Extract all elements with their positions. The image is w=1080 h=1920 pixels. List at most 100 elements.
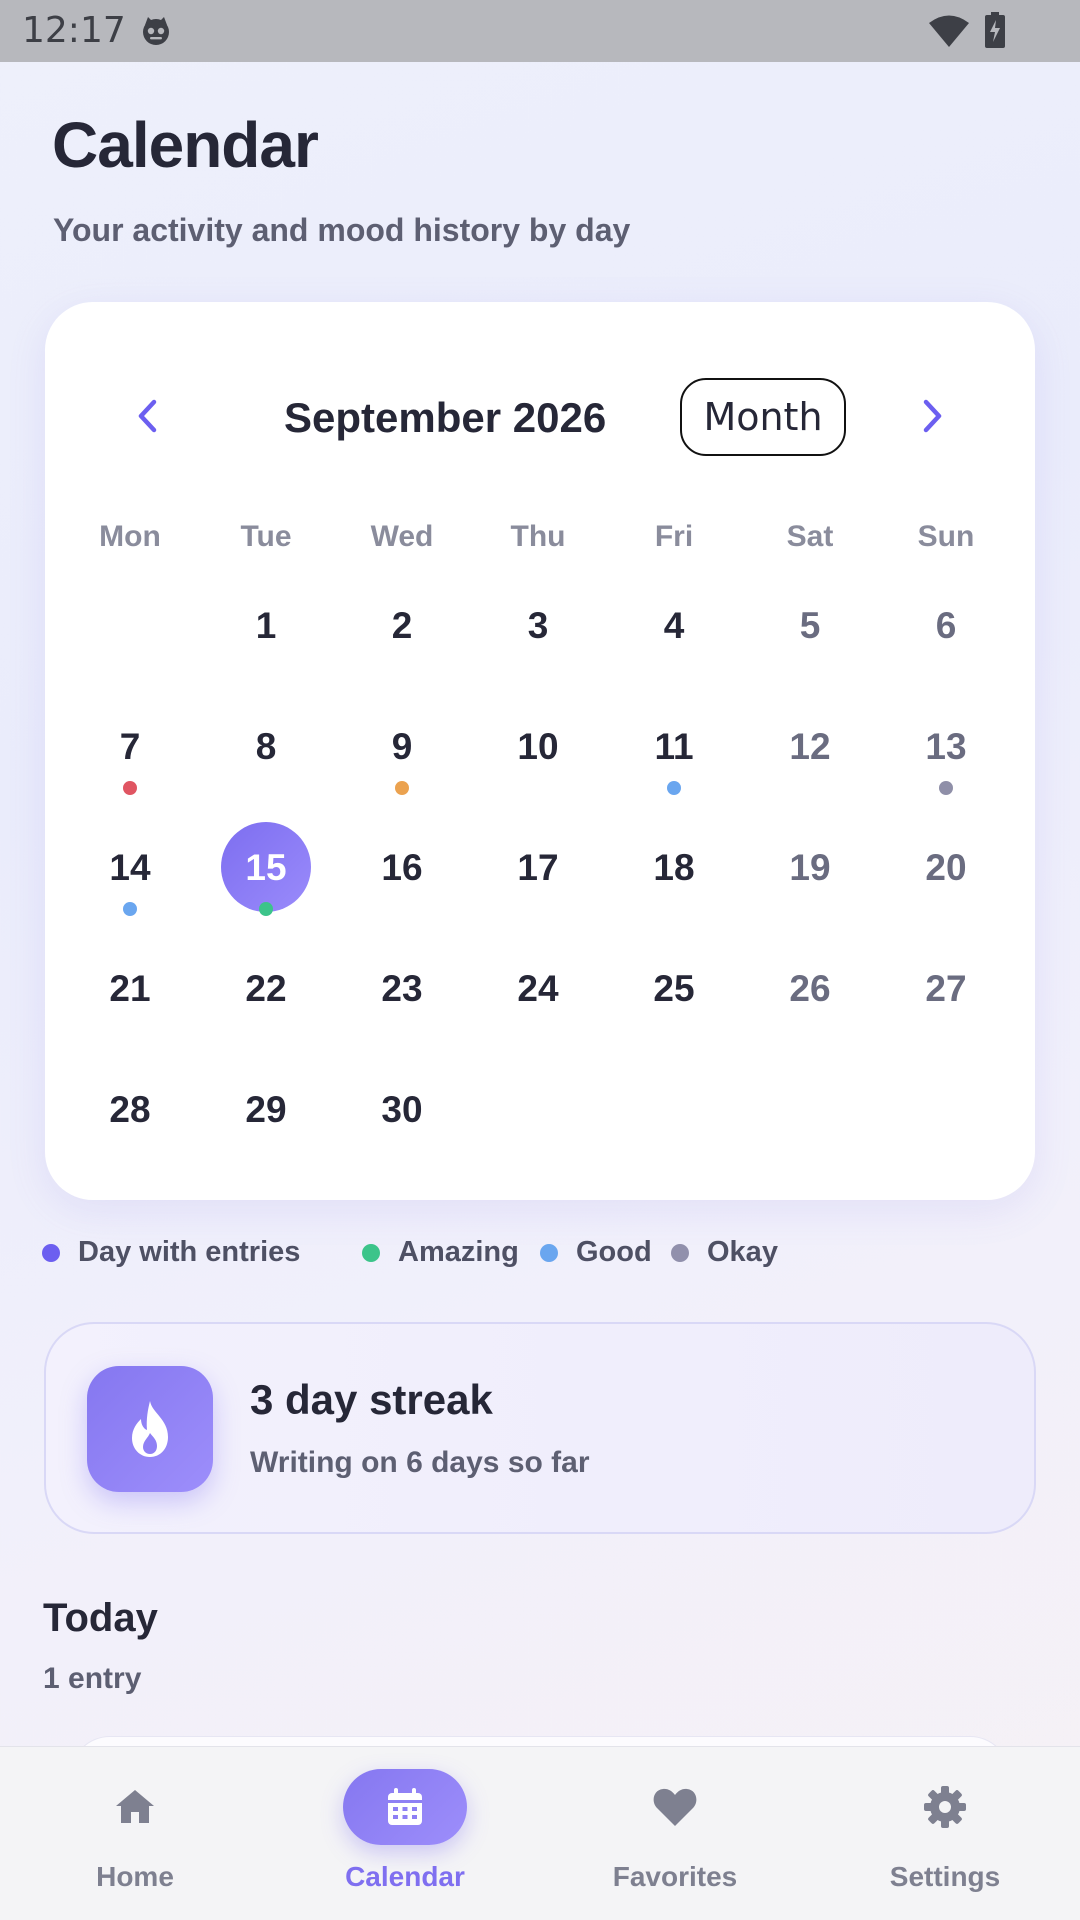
legend-label: Amazing: [398, 1236, 519, 1268]
mood-dot: [667, 781, 681, 795]
nav-icon-wrap: [343, 1769, 467, 1845]
calendar-day[interactable]: 9: [334, 707, 470, 807]
calendar-day[interactable]: 30: [334, 1070, 470, 1170]
mood-dot: [259, 902, 273, 916]
day-number: 16: [381, 847, 423, 888]
nav-icon-wrap: [883, 1769, 1007, 1845]
nav-item-favorites[interactable]: Favorites: [575, 1747, 775, 1920]
nav-item-calendar[interactable]: Calendar: [305, 1747, 505, 1920]
calendar-day[interactable]: 5: [742, 586, 878, 686]
legend-dot: [671, 1243, 689, 1262]
calendar-day[interactable]: 11: [606, 707, 742, 807]
calendar-day[interactable]: 3: [470, 586, 606, 686]
day-number: 18: [653, 847, 695, 888]
streak-title: 3 day streak: [250, 1376, 493, 1423]
day-number: 11: [654, 726, 694, 767]
mood-dot: [939, 781, 953, 795]
day-number: 23: [381, 968, 423, 1009]
calendar-day[interactable]: 17: [470, 828, 606, 928]
calendar-day[interactable]: 6: [878, 586, 1014, 686]
calendar-day[interactable]: 24: [470, 949, 606, 1049]
legend-item: Amazing: [362, 1236, 519, 1269]
day-number: 13: [925, 726, 967, 767]
calendar-day[interactable]: 1: [198, 586, 334, 686]
day-number: 3: [527, 605, 549, 646]
nav-item-settings[interactable]: Settings: [845, 1747, 1045, 1920]
day-number: 26: [789, 968, 831, 1009]
day-number: 8: [255, 726, 277, 767]
day-number: 27: [925, 968, 967, 1009]
calendar-day[interactable]: 10: [470, 707, 606, 807]
legend-label: Day with entries: [78, 1236, 301, 1268]
day-number: 30: [381, 1089, 423, 1130]
nav-label: Settings: [889, 1861, 1001, 1892]
day-number: 17: [517, 847, 559, 888]
day-number: 28: [109, 1089, 151, 1130]
calendar-day[interactable]: 8: [198, 707, 334, 807]
mood-dot: [123, 781, 137, 795]
streak-subtitle: Writing on 6 days so far: [250, 1446, 590, 1479]
streak-icon-badge: [87, 1366, 213, 1492]
mood-dot: [395, 781, 409, 795]
calendar-day[interactable]: 23: [334, 949, 470, 1049]
bottom-navigation: Home Calendar Favorites Settings: [0, 1746, 1080, 1920]
calendar-day[interactable]: 19: [742, 828, 878, 928]
nav-item-home[interactable]: Home: [35, 1747, 235, 1920]
day-number: 6: [935, 605, 957, 646]
calendar-day[interactable]: 12: [742, 707, 878, 807]
day-number: 5: [799, 605, 821, 646]
today-entry-count: 1 entry: [43, 1662, 142, 1695]
day-number: 9: [391, 726, 413, 767]
legend-dot: [42, 1243, 60, 1262]
mood-dot: [123, 902, 137, 916]
legend-label: Okay: [707, 1236, 778, 1268]
day-number: 10: [517, 726, 559, 767]
day-number: 19: [789, 847, 831, 888]
mood-legend: Day with entries Amazing Good Okay: [42, 1236, 1042, 1276]
calendar-day[interactable]: 27: [878, 949, 1014, 1049]
day-number: 20: [925, 847, 967, 888]
calendar-day[interactable]: 7: [62, 707, 198, 807]
calendar-icon: [388, 1788, 422, 1825]
calendar-day[interactable]: 4: [606, 586, 742, 686]
calendar-day[interactable]: 18: [606, 828, 742, 928]
calendar-day[interactable]: 29: [198, 1070, 334, 1170]
calendar-day[interactable]: 2: [334, 586, 470, 686]
gear-icon: [924, 1786, 966, 1828]
day-number: 1: [255, 605, 277, 646]
calendar-day[interactable]: 22: [198, 949, 334, 1049]
nav-label: Favorites: [612, 1861, 738, 1892]
nav-label: Calendar: [345, 1861, 465, 1892]
calendar-day-selected[interactable]: 15: [198, 822, 334, 928]
legend-item: Okay: [671, 1236, 778, 1269]
day-number: 12: [789, 726, 831, 767]
day-number: 29: [245, 1089, 287, 1130]
calendar-day[interactable]: 13: [878, 707, 1014, 807]
day-number: 24: [517, 968, 559, 1009]
nav-icon-wrap: [73, 1769, 197, 1845]
calendar-day[interactable]: 14: [62, 828, 198, 928]
legend-item: Day with entries: [42, 1236, 300, 1269]
calendar-day[interactable]: 25: [606, 949, 742, 1049]
flame-icon: [132, 1401, 168, 1457]
day-number: 2: [391, 605, 413, 646]
nav-label: Home: [96, 1861, 174, 1892]
day-number: 21: [109, 968, 151, 1009]
calendar-day[interactable]: 26: [742, 949, 878, 1049]
legend-dot: [540, 1243, 558, 1262]
day-number: 4: [663, 605, 685, 646]
calendar-day[interactable]: 28: [62, 1070, 198, 1170]
day-number: 25: [653, 968, 695, 1009]
day-number: 22: [245, 968, 287, 1009]
day-number: 7: [119, 726, 141, 767]
legend-label: Good: [576, 1236, 652, 1268]
day-number: 15: [245, 847, 287, 888]
calendar-day[interactable]: 16: [334, 828, 470, 928]
calendar-day-grid: 1 2 3 4 5 6 7 8 9 10 11 12 13 14 15 16 17 18 19 20 21 22 23 24 2…: [62, 0, 1014, 1200]
calendar-day[interactable]: 20: [878, 828, 1014, 928]
nav-icon-wrap: [613, 1769, 737, 1845]
calendar-day[interactable]: 21: [62, 949, 198, 1049]
legend-item: Good: [540, 1236, 652, 1269]
heart-icon: [653, 1788, 697, 1826]
legend-dot: [362, 1243, 380, 1262]
